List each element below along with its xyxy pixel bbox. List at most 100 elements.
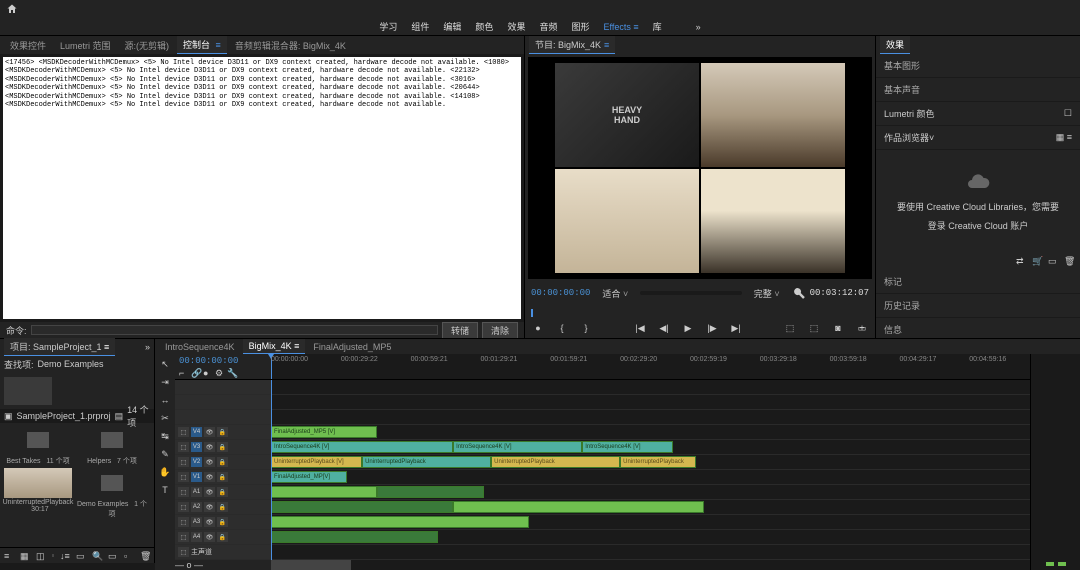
track-head-A2[interactable]: ⬚A2👁🔒 (175, 500, 271, 514)
tl-tab-0[interactable]: IntroSequence4K (159, 340, 241, 354)
ess-link-icon[interactable]: ⇄ (1016, 256, 1026, 266)
workspace-音频[interactable]: 音频 (539, 20, 557, 33)
search-dropdown[interactable]: Demo Examples (38, 359, 104, 369)
go-to-in-icon[interactable]: |◀ (633, 321, 647, 335)
workspace-颜色[interactable]: 颜色 (475, 20, 493, 33)
ess-graphics[interactable]: 基本图形 (876, 54, 1080, 78)
pen-tool[interactable]: ✎ (159, 448, 171, 460)
hand-tool[interactable]: ✋ (159, 466, 171, 478)
clip[interactable]: IntroSequence4K [V] (271, 441, 453, 453)
src-tab-2[interactable]: 源:(无剪辑) (119, 37, 176, 54)
track-lane-V4[interactable]: FinalAdjusted_MP5 [V] (271, 425, 1030, 439)
track-head-V1[interactable]: ⬚V1👁🔒 (175, 470, 271, 484)
zoom-slider[interactable] (640, 291, 742, 295)
clip[interactable] (271, 531, 438, 543)
ess-folder-icon[interactable]: ▭ (1048, 256, 1058, 266)
track-lane-A3[interactable] (271, 515, 1030, 529)
track-head-V4[interactable]: ⬚V4👁🔒 (175, 425, 271, 439)
new-bin-icon[interactable]: ▭ (108, 551, 118, 561)
play-icon[interactable]: ▶ (681, 321, 695, 335)
track-head-A4[interactable]: ⬚A4👁🔒 (175, 530, 271, 544)
track-head-A3[interactable]: ⬚A3👁🔒 (175, 515, 271, 529)
auto-seq-icon[interactable]: ▭ (76, 551, 86, 561)
mark-in-icon[interactable]: { (555, 321, 569, 335)
type-tool[interactable]: T (159, 484, 171, 496)
workspace-组件[interactable]: 组件 (411, 20, 429, 33)
command-input[interactable] (31, 325, 438, 335)
resolution-dropdown[interactable]: 完整 ˅ (754, 287, 780, 300)
home-icon[interactable] (6, 3, 18, 15)
clip[interactable] (271, 501, 453, 513)
ess-browse[interactable]: 作品浏览器 ˅▦ ≡ (876, 126, 1080, 150)
master-track[interactable]: ⬚主声道 (175, 545, 271, 559)
tl-tab-1[interactable]: BigMix_4K ≡ (243, 339, 306, 354)
ripple-tool[interactable]: ↔ (159, 394, 171, 406)
clip[interactable]: FinalAdjusted_MP[V] (271, 471, 347, 483)
clip[interactable]: UninterruptedPlayback (362, 456, 491, 468)
go-to-out-icon[interactable]: ▶| (729, 321, 743, 335)
track-head-V2[interactable]: ⬚V2👁🔒 (175, 455, 271, 469)
snap-icon[interactable]: ⌐ (179, 368, 188, 377)
program-monitor[interactable]: HEAVY HAND (528, 57, 872, 279)
wrench-icon[interactable] (792, 286, 806, 300)
track-lane-A4[interactable] (271, 530, 1030, 544)
project-tab[interactable]: 项目: SampleProject_1 ≡ (4, 338, 115, 356)
track-lane-V3[interactable]: IntroSequence4K [V]IntroSequence4K [V]In… (271, 440, 1030, 454)
tl-tab-2[interactable]: FinalAdjusted_MP5 (307, 340, 397, 354)
marker-icon[interactable]: ● (203, 368, 212, 377)
list-view-icon[interactable]: ≡ (4, 551, 14, 561)
bin-up-icon[interactable]: ▣ (4, 411, 13, 422)
workspace-Effects[interactable]: Effects ≡ (603, 22, 638, 32)
fit-dropdown[interactable]: 适合 ˅ (602, 287, 628, 300)
track-height-controls[interactable]: — o — (175, 560, 271, 570)
ess-trash-icon[interactable]: 🗑 (1064, 256, 1074, 266)
bin-0[interactable]: Best Takes 11 个项 (2, 425, 74, 466)
clip[interactable] (271, 486, 377, 498)
extract-icon[interactable]: ⬚ (807, 321, 821, 335)
thumb-size-slider[interactable] (52, 554, 54, 557)
track-head-V3[interactable]: ⬚V3👁🔒 (175, 440, 271, 454)
step-back-icon[interactable]: ◀| (657, 321, 671, 335)
ess-cart-icon[interactable]: 🛒 (1032, 256, 1042, 266)
clip[interactable]: FinalAdjusted_MP5 [V] (271, 426, 377, 438)
find-icon[interactable]: 🔍 (92, 551, 102, 561)
slip-tool[interactable]: ↹ (159, 430, 171, 442)
src-tab-1[interactable]: Lumetri 范围 (54, 37, 117, 54)
workspace-编辑[interactable]: 编辑 (443, 20, 461, 33)
src-tab-3[interactable]: 控制台 ≡ (177, 36, 227, 54)
ess-lumetri[interactable]: Lumetri 颜色☐ (876, 102, 1080, 126)
freeform-icon[interactable]: ◫ (36, 551, 46, 561)
time-ruler[interactable]: 00:00:00:0000:00:29:2200:00:59:2100:01:2… (271, 354, 1030, 379)
workspace-学习[interactable]: 学习 (379, 20, 397, 33)
track-lane-A1[interactable] (271, 485, 1030, 499)
track-lane-V2[interactable]: UninterruptedPlayback [V]UninterruptedPl… (271, 455, 1030, 469)
bin-1[interactable]: Helpers 7 个项 (76, 425, 148, 466)
ess-sound[interactable]: 基本声音 (876, 78, 1080, 102)
track-head-A1[interactable]: ⬚A1👁🔒 (175, 485, 271, 499)
src-tab-4[interactable]: 音频剪辑混合器: BigMix_4K (229, 37, 352, 54)
bin-2[interactable]: UninterruptedPlayback 30:17 (2, 468, 74, 519)
bin-3[interactable]: Demo Examples 1 个项 (76, 468, 148, 519)
button-editor-icon[interactable]: + (855, 321, 869, 335)
razor-tool[interactable]: ✂ (159, 412, 171, 424)
workspace-效果[interactable]: 效果 (507, 20, 525, 33)
clip[interactable] (377, 486, 483, 498)
scrub-bar[interactable] (531, 304, 869, 318)
tracks-area[interactable]: ⬚V4👁🔒FinalAdjusted_MP5 [V]⬚V3👁🔒IntroSequ… (175, 380, 1030, 560)
export-frame-icon[interactable]: ◙ (831, 321, 845, 335)
clip[interactable]: UninterruptedPlayback [V] (271, 456, 362, 468)
selection-tool[interactable]: ↖ (159, 358, 171, 370)
clip[interactable] (453, 501, 703, 513)
breadcrumb[interactable]: SampleProject_1.prproj (17, 411, 111, 421)
clip[interactable]: IntroSequence4K [V] (453, 441, 582, 453)
ess-history[interactable]: 历史记录 (876, 294, 1080, 318)
lift-icon[interactable]: ⬚ (783, 321, 797, 335)
clear-button[interactable]: 清除 (482, 322, 518, 339)
effects-tab[interactable]: 效果 (880, 36, 910, 54)
horizontal-scrollbar[interactable] (271, 560, 1030, 570)
ess-markers[interactable]: 标记 (876, 270, 1080, 294)
settings-icon[interactable]: ⚙ (215, 368, 224, 377)
clip[interactable]: UninterruptedPlayback (620, 456, 696, 468)
workspace-库[interactable]: 库 (653, 20, 662, 33)
program-tab[interactable]: 节目: BigMix_4K≡ (529, 36, 615, 54)
